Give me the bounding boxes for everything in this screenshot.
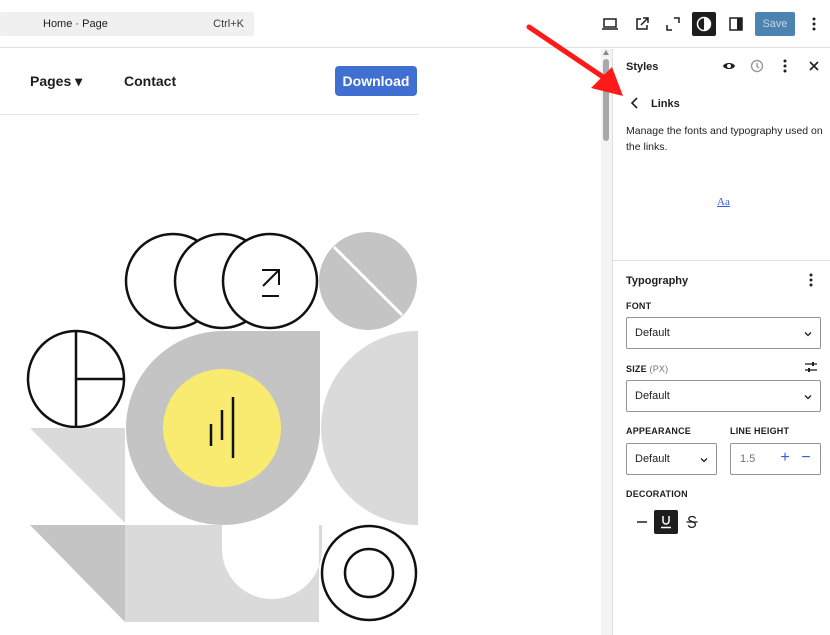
scroll-up-icon[interactable]	[603, 50, 609, 55]
shortcut-hint: Ctrl+K	[213, 18, 244, 30]
revisions-history-icon[interactable]	[749, 58, 765, 74]
desktop-preview-icon[interactable]	[598, 12, 622, 36]
scroll-thumb[interactable]	[603, 59, 609, 141]
strikethrough-icon[interactable]	[680, 510, 704, 534]
chevron-down-icon	[700, 458, 708, 463]
chevron-down-icon	[804, 332, 812, 337]
chevron-down-icon	[804, 395, 812, 400]
editor-top-bar: Home · Page Ctrl+K Save	[0, 0, 830, 48]
typography-section-title: Typography	[626, 275, 689, 287]
size-label: SIZE (PX)	[626, 364, 668, 374]
size-select-value: Default	[635, 390, 670, 402]
editor-canvas[interactable]: Pages ▾ Contact Download	[0, 49, 600, 635]
screen-title: Links	[651, 98, 680, 110]
decrement-minus-icon[interactable]: −	[798, 450, 814, 466]
size-custom-settings-icon[interactable]	[803, 359, 819, 375]
download-button[interactable]: Download	[335, 66, 417, 96]
view-external-icon[interactable]	[630, 12, 654, 36]
screen-description: Manage the fonts and typography used on …	[626, 125, 823, 153]
close-icon[interactable]	[806, 58, 822, 74]
styles-contrast-icon[interactable]	[692, 12, 716, 36]
save-button[interactable]: Save	[755, 12, 795, 36]
command-palette-bar[interactable]: Home · Page Ctrl+K	[0, 12, 254, 36]
line-height-value: 1.5	[740, 453, 756, 465]
line-height-label: LINE HEIGHT	[730, 426, 790, 436]
document-breadcrumb: Home · Page	[43, 18, 108, 30]
nav-contact-link[interactable]: Contact	[124, 73, 176, 89]
typography-preview: Aa	[717, 196, 730, 208]
increment-plus-icon[interactable]: +	[777, 450, 793, 466]
appearance-select[interactable]: Default	[626, 443, 717, 475]
decoration-label: DECORATION	[626, 489, 688, 499]
size-unit: (PX)	[649, 364, 669, 374]
size-label-text: SIZE	[626, 364, 647, 374]
appearance-select-value: Default	[635, 453, 670, 465]
styles-panel: Styles Links Manage the fonts and typogr…	[612, 49, 830, 635]
settings-sidebar-icon[interactable]	[724, 12, 748, 36]
decoration-none-icon[interactable]	[630, 510, 654, 534]
font-label: FONT	[626, 301, 652, 311]
section-divider	[613, 260, 830, 261]
typography-options-icon[interactable]	[803, 272, 819, 288]
back-chevron-icon[interactable]	[627, 95, 643, 111]
site-navigation: Pages ▾ Contact Download	[0, 49, 418, 115]
size-select[interactable]: Default	[626, 380, 821, 412]
panel-options-icon[interactable]	[777, 58, 793, 74]
panel-title: Styles	[626, 61, 659, 73]
style-book-eye-icon[interactable]	[721, 58, 737, 74]
canvas-scrollbar[interactable]	[601, 49, 612, 635]
options-kebab-icon[interactable]	[802, 12, 826, 36]
underline-icon[interactable]	[654, 510, 678, 534]
font-select-value: Default	[635, 327, 670, 339]
appearance-label: APPEARANCE	[626, 426, 692, 436]
zoom-out-icon[interactable]	[661, 12, 685, 36]
decorative-geometric-artwork	[26, 232, 418, 622]
nav-pages-link[interactable]: Pages ▾	[30, 73, 82, 90]
line-height-input[interactable]: 1.5 + −	[730, 443, 821, 475]
font-select[interactable]: Default	[626, 317, 821, 349]
